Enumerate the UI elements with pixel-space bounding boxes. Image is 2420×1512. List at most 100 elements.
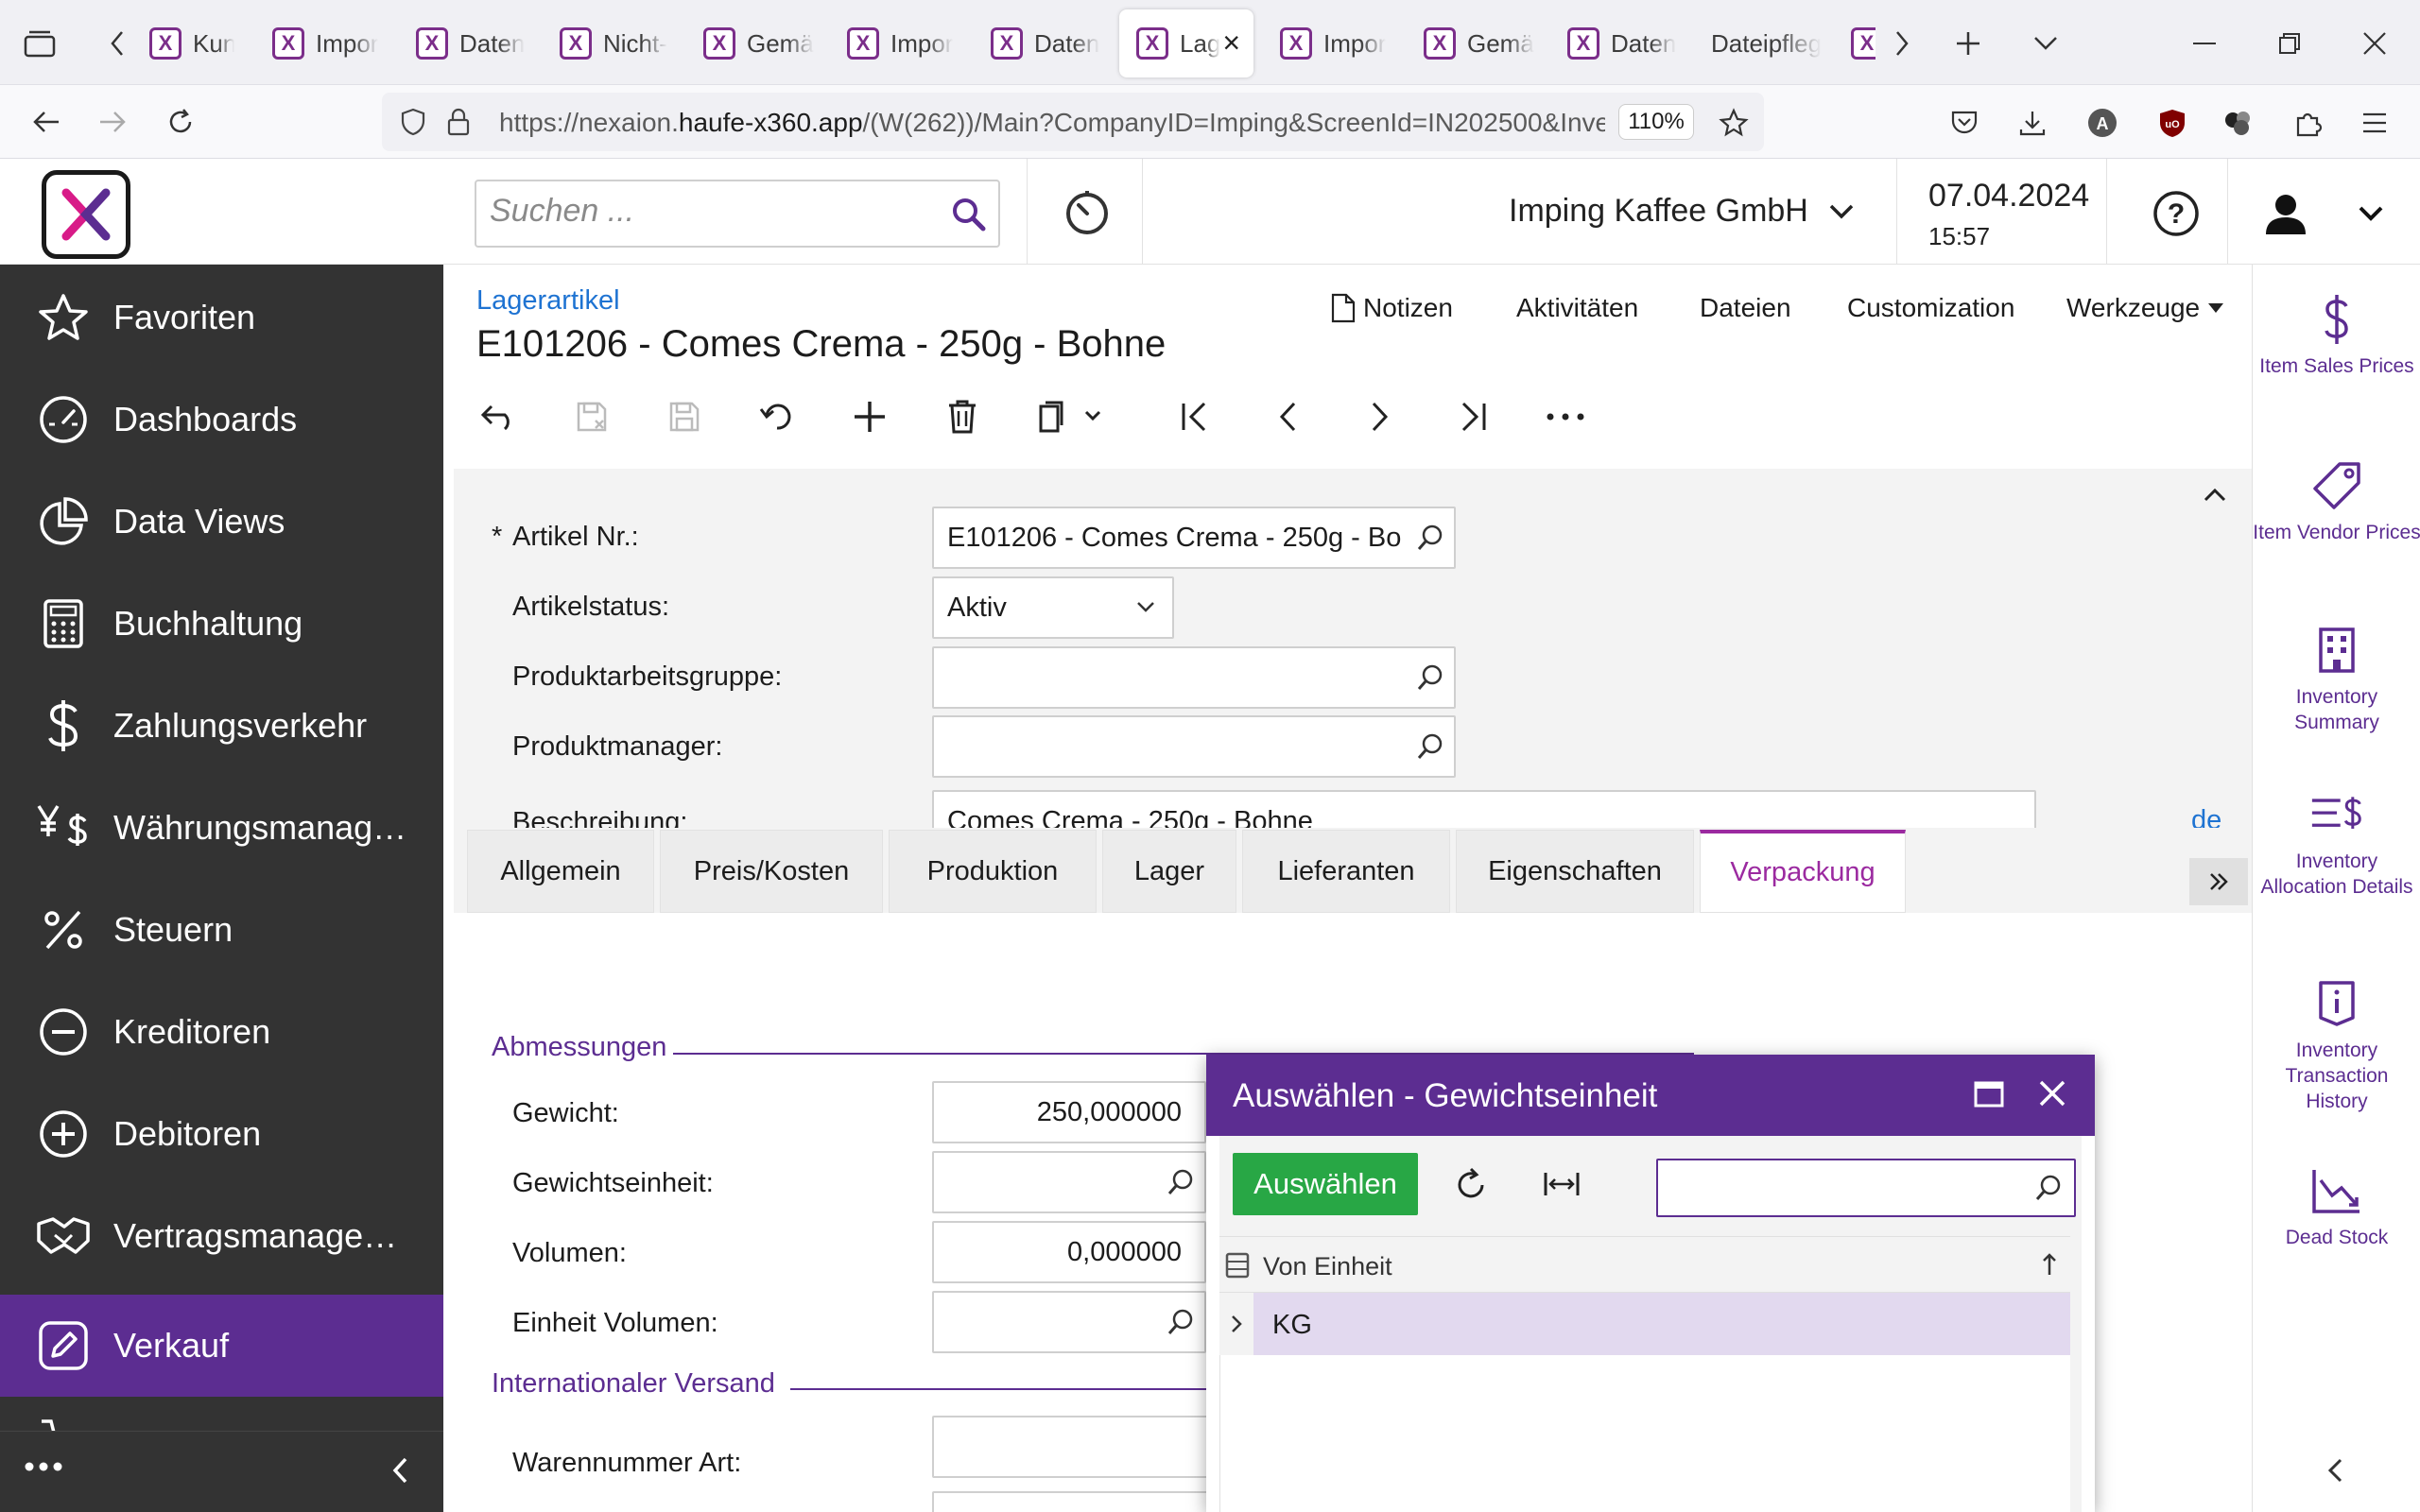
sidebar-item-verkauf[interactable]: Verkauf [0, 1295, 443, 1397]
user-profile-icon[interactable] [2257, 187, 2314, 240]
lookup-search-icon[interactable] [1416, 732, 1444, 761]
save-close-icon[interactable] [565, 390, 618, 443]
last-record-icon[interactable] [1446, 390, 1499, 443]
sidebar-item-steuern[interactable]: Steuern [0, 879, 443, 981]
sidebar-item-data-views[interactable]: Data Views [0, 471, 443, 573]
more-options-icon[interactable] [25, 1462, 62, 1471]
downloads-icon[interactable] [2012, 102, 2053, 144]
browser-tab[interactable]: X Impor [830, 9, 962, 77]
search-icon[interactable] [951, 197, 987, 232]
zoom-level-badge[interactable]: 110% [1618, 104, 1694, 140]
collapse-panel-icon[interactable] [2326, 1457, 2343, 1484]
x360-logo[interactable] [42, 170, 130, 259]
fit-columns-icon[interactable] [1543, 1170, 1581, 1198]
browser-tab[interactable]: XKunde [132, 9, 234, 77]
dialog-search-field[interactable] [1669, 1172, 2019, 1203]
back-icon[interactable] [25, 100, 68, 144]
list-all-tabs-icon[interactable] [2025, 23, 2066, 64]
dialog-search-input[interactable] [1656, 1159, 2076, 1217]
breadcrumb[interactable]: Lagerartikel [476, 285, 620, 317]
first-record-icon[interactable] [1168, 390, 1221, 443]
previous-record-icon[interactable] [1261, 390, 1314, 443]
next-record-icon[interactable] [1354, 390, 1407, 443]
inventory-transaction-history-link[interactable]: Inventory Transaction History [2253, 977, 2420, 1114]
volume-field[interactable]: 0,000000 [932, 1221, 1206, 1283]
user-menu-chevron-icon[interactable] [2350, 197, 2392, 231]
browser-tab[interactable]: X Daten [974, 9, 1106, 77]
more-tabs-icon[interactable] [2189, 858, 2248, 905]
browser-tab[interactable]: X Impor [1263, 9, 1395, 77]
browser-tab-active[interactable]: X Lag × [1119, 9, 1253, 77]
dead-stock-link[interactable]: Dead Stock [2253, 1164, 2420, 1250]
tab-list-icon[interactable] [19, 23, 60, 64]
browser-tab[interactable]: X [1847, 9, 1876, 77]
extensions-puzzle-icon[interactable] [2288, 102, 2329, 144]
close-window-icon[interactable] [2354, 23, 2395, 64]
tabs-scroll-left-icon[interactable] [98, 23, 136, 64]
browser-tab[interactable]: X Daten [1550, 9, 1683, 77]
minimize-window-icon[interactable] [2184, 23, 2225, 64]
business-date[interactable]: 07.04.2024 15:57 [1928, 178, 2089, 251]
inventory-summary-link[interactable]: Inventory Summary [2253, 624, 2420, 735]
weight-field[interactable]: 250,000000 [932, 1081, 1206, 1143]
browser-tab[interactable]: Dateipfleg [1694, 9, 1845, 77]
undo-icon[interactable] [751, 390, 804, 443]
tab-produktion[interactable]: Produktion [889, 830, 1097, 913]
restore-window-icon[interactable] [2269, 23, 2310, 64]
sidebar-item-dashboards[interactable]: Dashboards [0, 369, 443, 471]
save-icon[interactable] [658, 390, 711, 443]
sidebar-item-favoriten[interactable]: Favoriten [0, 266, 443, 369]
column-header-from-unit[interactable]: Von Einheit [1263, 1252, 1392, 1281]
lookup-search-icon[interactable] [1167, 1168, 1195, 1196]
select-button[interactable]: Auswählen [1233, 1153, 1418, 1215]
customization-link[interactable]: Customization [1847, 293, 2014, 323]
tab-lieferanten[interactable]: Lieferanten [1242, 830, 1450, 913]
refresh-icon[interactable] [1454, 1166, 1488, 1202]
sidebar-item-vertragsmanagement[interactable]: Vertragsmanagem... [0, 1185, 443, 1287]
tab-lager[interactable]: Lager [1102, 830, 1236, 913]
files-link[interactable]: Dateien [1700, 293, 1791, 323]
lookup-search-icon[interactable] [1416, 663, 1444, 692]
sidebar-item-kreditoren[interactable]: Kreditoren [0, 981, 443, 1083]
help-icon[interactable]: ? [2150, 187, 2203, 240]
volume-unit-field[interactable] [932, 1291, 1206, 1353]
browser-tab[interactable]: X Gemä [686, 9, 819, 77]
row-expand-icon[interactable] [1219, 1293, 1253, 1355]
item-sales-prices-link[interactable]: Item Sales Prices [2253, 293, 2420, 379]
browser-tab[interactable]: X Gemä [1407, 9, 1539, 77]
collapse-form-icon[interactable] [2203, 488, 2227, 503]
shield-icon[interactable] [397, 106, 429, 138]
company-selector[interactable]: Imping Kaffee GmbH [1509, 193, 1854, 230]
lookup-search-icon[interactable] [1416, 524, 1444, 552]
browser-tab[interactable]: X Impor [255, 9, 388, 77]
reload-icon[interactable] [159, 100, 202, 144]
collapse-sidebar-icon[interactable] [391, 1456, 408, 1485]
item-vendor-prices-link[interactable]: Item Vendor Prices [2253, 459, 2420, 545]
maximize-icon[interactable] [1974, 1081, 2004, 1108]
tools-menu[interactable]: Werkzeuge [2066, 293, 2224, 323]
account-avatar-icon[interactable]: A [2082, 102, 2123, 144]
tab-eigenschaften[interactable]: Eigenschaften [1456, 830, 1694, 913]
browser-tab[interactable]: X Daten [399, 9, 531, 77]
ublock-icon[interactable]: uO [2152, 102, 2193, 144]
weight-unit-field[interactable] [932, 1151, 1206, 1213]
inventory-allocation-details-link[interactable]: Inventory Allocation Details [2253, 788, 2420, 900]
search-icon[interactable] [2034, 1174, 2063, 1202]
tab-verpackung[interactable]: Verpackung [1700, 830, 1906, 913]
sidebar-item-buchhaltung[interactable]: Buchhaltung [0, 573, 443, 675]
sidebar-item-zahlungsverkehr[interactable]: Zahlungsverkehr [0, 675, 443, 777]
tab-allgemein[interactable]: Allgemein [467, 830, 654, 913]
pocket-icon[interactable] [1944, 102, 1985, 144]
recent-history-icon[interactable] [1059, 187, 1115, 240]
tab-preis-kosten[interactable]: Preis/Kosten [660, 830, 883, 913]
close-icon[interactable] [2038, 1079, 2066, 1108]
product-manager-field[interactable] [932, 715, 1456, 778]
notes-link[interactable]: Notizen [1331, 293, 1453, 323]
browser-tab[interactable]: X Nicht- [543, 9, 675, 77]
global-search-input[interactable] [475, 180, 1000, 248]
tabs-scroll-right-icon[interactable] [1883, 23, 1921, 64]
status-select[interactable]: Aktiv [932, 576, 1174, 639]
add-icon[interactable] [843, 390, 896, 443]
back-arrow-icon[interactable] [473, 390, 526, 443]
sort-ascending-icon[interactable] [2042, 1252, 2057, 1277]
